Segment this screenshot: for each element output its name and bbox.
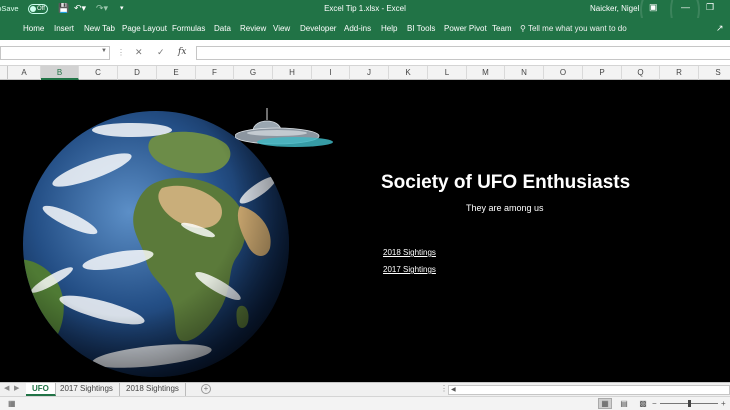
tab-add-ins[interactable]: Add-ins bbox=[344, 24, 371, 33]
ribbon-display-icon[interactable]: ▣ bbox=[649, 2, 658, 13]
restore-icon[interactable]: ❐ bbox=[706, 2, 714, 13]
page-break-view-icon[interactable]: ▩ bbox=[636, 398, 650, 409]
page-subheading: They are among us bbox=[466, 203, 544, 213]
tab-power-pivot[interactable]: Power Pivot bbox=[444, 24, 487, 33]
select-all-corner[interactable] bbox=[0, 66, 8, 80]
column-header-l[interactable]: L bbox=[428, 66, 467, 80]
column-header-o[interactable]: O bbox=[544, 66, 583, 80]
normal-view-icon[interactable]: ▦ bbox=[598, 398, 612, 409]
column-header-j[interactable]: J bbox=[350, 66, 389, 80]
cancel-icon[interactable]: ✕ bbox=[135, 47, 143, 58]
tab-developer[interactable]: Developer bbox=[300, 24, 336, 33]
enter-icon[interactable]: ✓ bbox=[157, 47, 165, 58]
worksheet-area[interactable]: Society of UFO Enthusiasts They are amon… bbox=[0, 80, 730, 382]
column-header-m[interactable]: M bbox=[467, 66, 505, 80]
tab-data[interactable]: Data bbox=[214, 24, 231, 33]
tab-home[interactable]: Home bbox=[23, 24, 44, 33]
column-header-p[interactable]: P bbox=[583, 66, 622, 80]
column-header-e[interactable]: E bbox=[157, 66, 196, 80]
tab-help[interactable]: Help bbox=[381, 24, 397, 33]
title-bar: AutoSave Off 💾 ↶▾ ↷▾ ▾ Excel Tip 1.xlsx … bbox=[0, 0, 730, 18]
sheet-tab-2018-sightings[interactable]: 2018 Sightings bbox=[120, 383, 186, 396]
column-header-i[interactable]: I bbox=[312, 66, 350, 80]
scroll-right-icon[interactable]: ▶ bbox=[14, 384, 19, 392]
column-header-r[interactable]: R bbox=[660, 66, 699, 80]
column-header-q[interactable]: Q bbox=[622, 66, 660, 80]
tab-insert[interactable]: Insert bbox=[54, 24, 74, 33]
scroll-left-icon[interactable]: ◀ bbox=[4, 384, 9, 392]
column-header-k[interactable]: K bbox=[389, 66, 428, 80]
horizontal-scrollbar[interactable]: ◀ bbox=[448, 385, 730, 395]
scrollbar-thumb[interactable] bbox=[459, 387, 717, 393]
user-name[interactable]: Naicker, Nigel bbox=[590, 4, 639, 13]
formula-input[interactable] bbox=[196, 46, 730, 60]
name-box[interactable]: ▼ bbox=[0, 46, 110, 60]
ufo-image[interactable] bbox=[235, 106, 335, 160]
tab-formulas[interactable]: Formulas bbox=[172, 24, 205, 33]
zoom-out-icon[interactable]: − bbox=[652, 399, 657, 408]
page-heading: Society of UFO Enthusiasts bbox=[381, 172, 631, 193]
column-header-s[interactable]: S bbox=[699, 66, 730, 80]
tab-new-tab[interactable]: New Tab bbox=[84, 24, 115, 33]
tell-me-search[interactable]: ⚲ Tell me what you want to do bbox=[520, 24, 627, 33]
column-header-d[interactable]: D bbox=[118, 66, 157, 80]
scroll-left-arrow-icon[interactable]: ◀ bbox=[451, 386, 456, 393]
minimize-icon[interactable]: — bbox=[681, 2, 690, 12]
formula-bar: ▼ ⋮ ✕ ✓ fx bbox=[0, 40, 730, 66]
column-header-b[interactable]: B bbox=[41, 66, 79, 80]
lightbulb-search-icon: ⚲ bbox=[520, 24, 526, 33]
tab-review[interactable]: Review bbox=[240, 24, 266, 33]
tab-view[interactable]: View bbox=[273, 24, 290, 33]
chevron-down-icon[interactable]: ▼ bbox=[101, 48, 107, 54]
sheet-tab-2017-sightings[interactable]: 2017 Sightings bbox=[54, 383, 120, 396]
tab-page-layout[interactable]: Page Layout bbox=[122, 24, 167, 33]
resize-handle-icon[interactable]: ⋮ bbox=[440, 384, 448, 393]
column-header-c[interactable]: C bbox=[79, 66, 118, 80]
status-bar: ▦ ▦ ▤ ▩ − + bbox=[0, 396, 730, 410]
tab-team[interactable]: Team bbox=[492, 24, 512, 33]
share-icon[interactable]: ↗ bbox=[716, 23, 724, 34]
add-sheet-icon[interactable]: + bbox=[201, 384, 211, 394]
column-headers: ABCDEFGHIJKLMNOPQRS bbox=[0, 66, 730, 80]
macro-record-icon[interactable]: ▦ bbox=[8, 399, 16, 408]
link-2017-sightings[interactable]: 2017 Sightings bbox=[383, 265, 436, 274]
link-2018-sightings[interactable]: 2018 Sightings bbox=[383, 248, 436, 257]
column-header-h[interactable]: H bbox=[273, 66, 312, 80]
sheet-tab-ufo[interactable]: UFO bbox=[26, 383, 56, 396]
resize-handle-icon[interactable]: ⋮ bbox=[117, 48, 125, 57]
tell-me-text: Tell me what you want to do bbox=[527, 24, 627, 33]
column-header-a[interactable]: A bbox=[8, 66, 41, 80]
column-header-f[interactable]: F bbox=[196, 66, 234, 80]
zoom-slider-thumb[interactable] bbox=[687, 400, 691, 407]
zoom-in-icon[interactable]: + bbox=[721, 399, 726, 408]
ribbon-tabs: e Home Insert New Tab Page Layout Formul… bbox=[0, 18, 730, 40]
column-header-n[interactable]: N bbox=[505, 66, 544, 80]
column-header-g[interactable]: G bbox=[234, 66, 273, 80]
tab-bi-tools[interactable]: BI Tools bbox=[407, 24, 435, 33]
zoom-slider[interactable] bbox=[660, 400, 718, 407]
page-layout-view-icon[interactable]: ▤ bbox=[617, 398, 631, 409]
insert-function-icon[interactable]: fx bbox=[178, 47, 186, 57]
sheet-tab-bar: ◀ ▶ UFO 2017 Sightings 2018 Sightings + … bbox=[0, 382, 730, 396]
